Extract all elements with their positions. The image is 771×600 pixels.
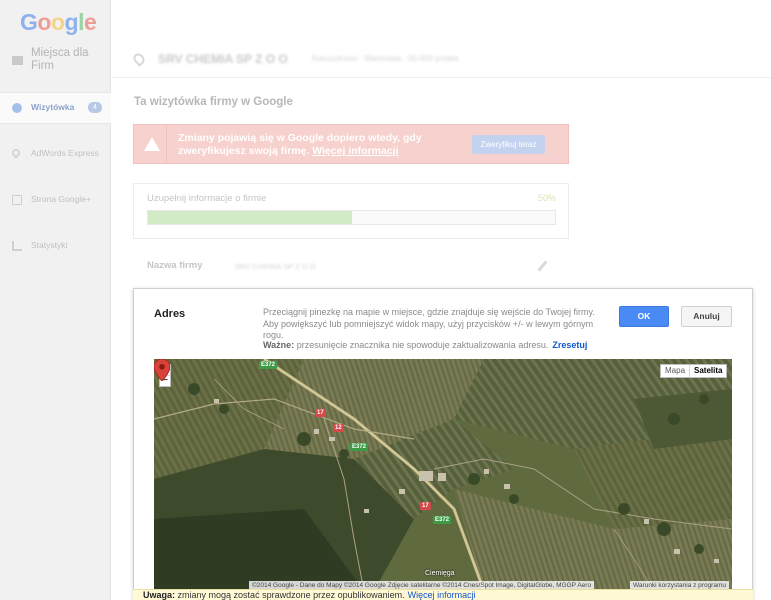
- ok-button[interactable]: OK: [619, 306, 669, 327]
- count-badge: 4: [88, 102, 102, 113]
- places-icon: [12, 56, 23, 65]
- reset-link[interactable]: Zresetuj: [552, 340, 587, 350]
- verify-now-button[interactable]: Zweryfikuj teraz: [472, 135, 545, 154]
- road-label-e372: E372: [350, 443, 369, 451]
- dialog-note: Ważne: przesunięcie znacznika nie spowod…: [263, 340, 623, 350]
- notice-bar: Uwaga: zmiany mogą zostać sprawdzone prz…: [133, 589, 753, 600]
- dialog-instruction: Przeciągnij pinezkę na mapie w miejsce, …: [263, 307, 595, 340]
- sidebar-item-statystyki[interactable]: Statystyki: [0, 231, 111, 263]
- sidebar-brand[interactable]: Miejsca dla Firm: [0, 42, 111, 78]
- road-label-e372: E372: [433, 516, 452, 524]
- google-plus-icon: [12, 195, 22, 205]
- more-info-link[interactable]: Więcej informacji: [312, 145, 398, 157]
- notice-more-info-link[interactable]: Więcej informacji: [408, 590, 476, 600]
- warning-text: Zmiany pojawią się w Google dopiero wted…: [178, 132, 422, 157]
- road-label-e372: E372: [259, 361, 278, 369]
- completion-percent: 50%: [537, 193, 556, 203]
- road-label-17: 17: [315, 409, 326, 417]
- completion-label: Uzupełnij informacje o firmie: [147, 193, 267, 204]
- note-label: Ważne:: [263, 340, 295, 350]
- warning-icon: [144, 137, 160, 151]
- divider: [166, 125, 167, 163]
- road-label-12: 12: [333, 424, 344, 432]
- progress-bar: [147, 210, 556, 225]
- notice-text: zmiany mogą zostać sprawdzone przez opub…: [177, 590, 405, 600]
- notice-label: Uwaga:: [143, 590, 176, 600]
- sidebar-item-label: Wizytówka: [31, 102, 75, 112]
- dialog-title: Adres: [154, 308, 186, 320]
- sidebar-item-label: AdWords Express: [31, 148, 99, 158]
- satellite-imagery: [154, 359, 732, 591]
- progress-fill: [148, 211, 352, 224]
- business-header: SRV CHEMIA SP Z O O Kocuczkowo · Warszaw…: [112, 42, 771, 78]
- product-name: Miejsca dla Firm: [31, 47, 89, 72]
- location-marker-icon[interactable]: [154, 359, 170, 381]
- page-title: Ta wizytówka firmy w Google: [134, 96, 293, 108]
- stats-icon: [12, 241, 22, 251]
- sidebar: Google Miejsca dla Firm Wizytówka 4 AdWo…: [0, 0, 111, 600]
- map-type-button[interactable]: Mapa: [661, 365, 689, 377]
- profile-completion-card: Uzupełnij informacje o firmie 50%: [133, 183, 569, 239]
- info-icon: [12, 103, 22, 113]
- pencil-icon[interactable]: [537, 260, 548, 272]
- satellite-map[interactable]: + − Mapa Satelita E372 17 12 E372 17 E37…: [154, 359, 732, 591]
- note-text: przesunięcie znacznika nie spowoduje zak…: [296, 340, 549, 350]
- map-type-control[interactable]: Mapa Satelita: [660, 364, 728, 378]
- sidebar-item-label: Strona Google+: [31, 194, 91, 204]
- address-dialog: Adres Przeciągnij pinezkę na mapie w mie…: [133, 288, 753, 600]
- verification-warning: Zmiany pojawią się w Google dopiero wted…: [133, 124, 569, 164]
- location-pin-icon: [131, 51, 147, 67]
- business-name-field: Nazwa firmy SRV CHEMIA SP Z O O: [147, 260, 557, 274]
- road-label-17: 17: [420, 502, 431, 510]
- field-value: SRV CHEMIA SP Z O O: [235, 262, 316, 271]
- sidebar-item-wizytowka[interactable]: Wizytówka 4: [0, 92, 111, 124]
- sidebar-item-adwords[interactable]: AdWords Express: [0, 139, 111, 171]
- satellite-type-button[interactable]: Satelita: [689, 365, 726, 377]
- google-logo: Google: [20, 9, 97, 35]
- business-name: SRV CHEMIA SP Z O O: [158, 52, 288, 66]
- sidebar-item-google-plus[interactable]: Strona Google+: [0, 185, 111, 217]
- place-label: Ciemięga: [425, 570, 455, 577]
- pin-icon: [10, 147, 22, 159]
- field-label: Nazwa firmy: [147, 260, 203, 271]
- business-address: Kocuczkowo · Warszawa · 00-000 polska: [312, 54, 459, 63]
- sidebar-item-label: Statystyki: [31, 240, 68, 250]
- cancel-button[interactable]: Anuluj: [681, 306, 732, 327]
